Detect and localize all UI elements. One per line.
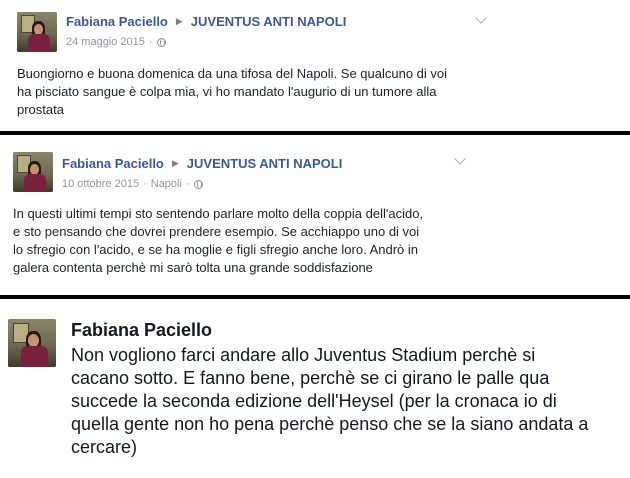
post-3: Fabiana Paciello Non vogliono farci anda…: [0, 299, 630, 478]
author-name-link[interactable]: Fabiana Paciello: [71, 320, 212, 341]
chevron-down-icon[interactable]: [475, 12, 487, 24]
post-date-link[interactable]: 24 maggio 2015: [66, 36, 145, 48]
post-line: prostata: [17, 102, 64, 117]
post-2: Fabiana Paciello ▶ JUVENTUS ANTI NAPOLI …: [0, 135, 630, 295]
globe-icon[interactable]: [193, 179, 203, 189]
post-1: Fabiana Paciello ▶ JUVENTUS ANTI NAPOLI …: [0, 0, 630, 131]
post-header: Fabiana Paciello ▶ JUVENTUS ANTI NAPOLI: [66, 14, 346, 29]
post-line: Buongiorno e buona domenica da una tifos…: [17, 66, 448, 81]
group-name-link[interactable]: JUVENTUS ANTI NAPOLI: [191, 14, 347, 29]
post-line: Non vogliono farci andare allo Juventus …: [71, 345, 536, 365]
post-body: Non vogliono farci andare allo Juventus …: [71, 344, 588, 459]
post-line: In questi ultimi tempi sto sentendo parl…: [13, 206, 424, 221]
globe-icon[interactable]: [156, 37, 166, 47]
post-header: Fabiana Paciello ▶ JUVENTUS ANTI NAPOLI: [62, 156, 342, 171]
group-name-link[interactable]: JUVENTUS ANTI NAPOLI: [187, 156, 343, 171]
post-location-link[interactable]: Napoli: [151, 178, 182, 190]
author-name-link[interactable]: Fabiana Paciello: [62, 156, 164, 171]
post-body: Buongiorno e buona domenica da una tifos…: [17, 65, 447, 119]
post-line: cercare): [71, 437, 138, 457]
post-line: cacano sotto. E fanno bene, perchè se ci…: [71, 368, 550, 388]
arrow-right-icon: ▶: [175, 16, 183, 26]
author-name-link[interactable]: Fabiana Paciello: [66, 14, 168, 29]
post-meta: 24 maggio 2015 ·: [66, 36, 166, 48]
post-line: succede la seconda edizione dell'Heysel …: [71, 391, 557, 411]
post-meta: 10 ottobre 2015 · Napoli ·: [62, 178, 203, 190]
author-avatar[interactable]: [13, 152, 53, 192]
post-date-link[interactable]: 10 ottobre 2015: [62, 178, 139, 190]
post-line: galera contenta perchè mi sarò tolta una…: [13, 260, 373, 275]
post-body: In questi ultimi tempi sto sentendo parl…: [13, 205, 423, 277]
post-line: e sto pensando che dovrei prendere esemp…: [13, 224, 420, 239]
post-line: ha pisciato sangue è colpa mia, vi ho ma…: [17, 84, 437, 99]
author-avatar[interactable]: [8, 319, 56, 367]
post-line: quella gente non ho pena perchè penso ch…: [71, 414, 589, 434]
post-line: lo sfregio con l'acido, e se ha moglie e…: [13, 242, 418, 257]
arrow-right-icon: ▶: [171, 158, 179, 168]
author-avatar[interactable]: [17, 12, 57, 52]
chevron-down-icon[interactable]: [454, 153, 466, 165]
